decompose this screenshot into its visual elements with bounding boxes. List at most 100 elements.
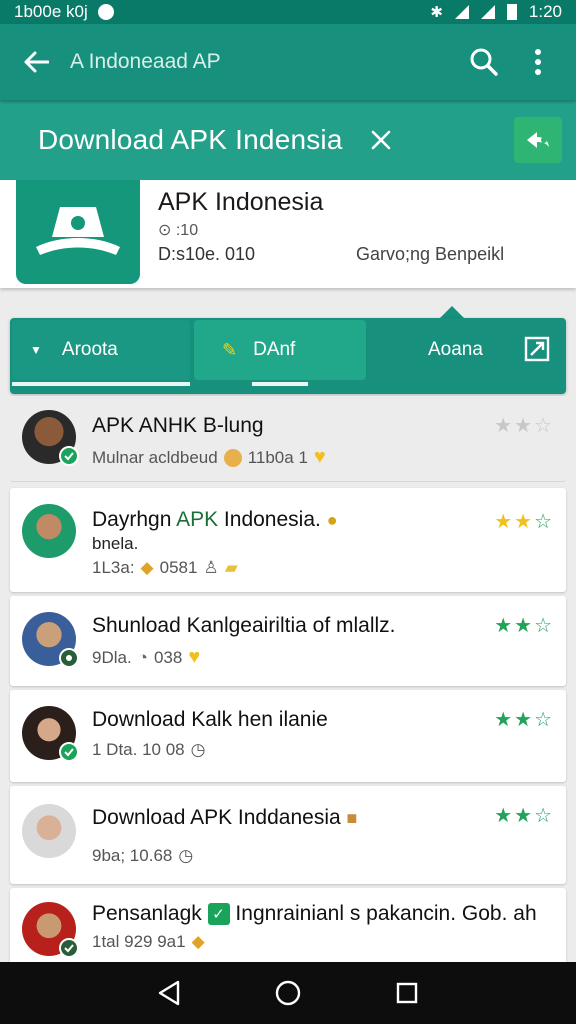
title-part: Dayrhgn (92, 508, 177, 531)
gem-icon: ◆ (140, 558, 154, 577)
result-title-line2: bnela. (92, 534, 139, 553)
list-item[interactable]: Download APK Inddanesia ■ 9ba; 10.68 ◷ ★… (10, 786, 566, 884)
chevron-down-icon: ▼ (30, 343, 42, 357)
app-developer: Garvo;ng Benpeikl (356, 244, 505, 264)
heart-icon: ♥ (188, 646, 201, 668)
status-bar: 1b00e k0j ✱ 1:20 (0, 0, 576, 24)
result-sub-text: 1L3a: (92, 558, 135, 577)
app-header-card[interactable]: APK Indonesia ⊙ :10 D:s10e. 010 Garvo;ng… (0, 180, 576, 288)
list-item[interactable]: Shunload Kanlgeairiltia of mlallz. 9Dla.… (10, 596, 566, 686)
result-title: APK ANHK B-lung (92, 414, 264, 437)
tab-aoana[interactable]: Aoana (370, 320, 564, 380)
result-sub-text: 1 Dta. 10 08 (92, 740, 185, 759)
list-item[interactable]: APK ANHK B-lung Mulnar acldbeud 11b0a 1 … (10, 396, 566, 482)
tab-aroota[interactable]: ▼ Aroota (12, 320, 190, 386)
tab-pointer (440, 306, 464, 318)
emoji-icon (223, 448, 242, 467)
avatar (22, 902, 79, 958)
title-part: Indonesia. (218, 508, 321, 531)
result-subtitle: 1L3a: ◆ 0581 ♙ ▰ (92, 558, 238, 578)
wifi-icon (454, 5, 469, 19)
emoji-icon: ■ (346, 808, 358, 828)
list-item[interactable]: Pensanlagk ✓ Ingnrainianl s pakancin. Go… (10, 888, 566, 968)
search-input[interactable]: A Indoneaad AP (70, 50, 448, 74)
avatar (22, 504, 76, 558)
clock-icon: ◷ (178, 846, 194, 865)
search-icon[interactable] (466, 44, 502, 80)
result-title: Pensanlagk ✓ Ingnrainianl s pakancin. Go… (92, 902, 537, 926)
app-size: D:s10e. 010 (158, 244, 256, 264)
clock-icon: ◔ (137, 647, 148, 667)
tab-bar: ▼ Aroota ✎ DAnf Aoana (10, 318, 566, 394)
emoji-icon: ● (326, 510, 338, 530)
banner-title: Download APK Indensia (38, 124, 343, 155)
leaf-icon: ✎ (222, 339, 238, 360)
rating-stars: ★ ★ ☆ (494, 415, 552, 437)
title-text: Download APK Inddanesia (92, 806, 341, 829)
result-sub-text: 9Dla. (92, 647, 132, 667)
system-nav-bar (0, 962, 576, 1024)
verified-check-icon (59, 648, 79, 668)
close-icon[interactable] (365, 124, 397, 156)
gem-icon: ◆ (191, 932, 205, 951)
result-sub-count: 038 (153, 647, 183, 667)
result-sub-text: Mulnar acldbeud (92, 447, 218, 467)
result-subtitle: 1 Dta. 10 08 ◷ (92, 740, 205, 760)
search-toolbar: A Indoneaad AP (0, 24, 576, 100)
status-time-left: 1b00e k0j (14, 2, 88, 21)
result-sub-text: 1tal 929 9a1 (92, 932, 186, 951)
notification-icon (97, 4, 114, 20)
list-item[interactable]: Dayrhgn APK Indonesia. ● bnela. 1L3a: ◆ … (10, 488, 566, 592)
tab-label: Aroota (61, 339, 118, 360)
app-meta: ⊙ :10 (158, 222, 199, 239)
result-subtitle: 9ba; 10.68 ◷ (92, 846, 193, 866)
tab-indicator (12, 382, 190, 386)
search-chip-banner: Download APK Indensia (0, 100, 576, 180)
title-part: Ingnrainianl s pakancin. Gob. ah (229, 902, 537, 925)
nav-recents-icon[interactable] (389, 975, 425, 1011)
avatar (22, 706, 79, 762)
tab-label: Aoana (428, 339, 483, 360)
back-arrow-icon[interactable] (20, 46, 52, 78)
heart-icon: ♥ (313, 446, 326, 468)
result-title: Download APK Inddanesia ■ (92, 806, 357, 830)
result-title: Download Kalk hen ilanie (92, 708, 328, 731)
verified-check-icon (59, 938, 79, 958)
result-title: Dayrhgn APK Indonesia. ● (92, 508, 338, 532)
tab-indicator-active (252, 382, 308, 386)
tab-danf[interactable]: ✎ DAnf (194, 320, 366, 386)
share-icon (527, 132, 549, 148)
app-name: APK Indonesia (158, 188, 324, 216)
note-icon: ▰ (224, 558, 238, 577)
verified-check-icon (59, 446, 79, 466)
more-options-icon[interactable] (520, 44, 556, 80)
rating-stars: ★ ★ ☆ (494, 615, 552, 637)
app-hat-icon (16, 180, 140, 284)
result-sub-text: 9ba; 10.68 (92, 846, 173, 865)
settings-gear-icon: ✱ (430, 4, 443, 21)
list-item[interactable]: Download Kalk hen ilanie 1 Dta. 10 08 ◷ … (10, 690, 566, 782)
avatar (22, 410, 79, 466)
signal-icon (480, 5, 495, 19)
clock-icon: ◷ (190, 740, 206, 759)
result-subtitle: 9Dla. ◔ 038 ♥ (92, 646, 200, 669)
result-sub-count: 0581 (159, 558, 198, 577)
rating-stars: ★ ★ ☆ (494, 805, 552, 827)
avatar (22, 612, 79, 668)
result-subtitle: Mulnar acldbeud 11b0a 1 ♥ (92, 446, 326, 469)
rating-stars: ★ ★ ☆ (494, 709, 552, 731)
nav-home-icon[interactable] (270, 975, 306, 1011)
user-icon: ♙ (203, 558, 219, 577)
rating-stars: ★ ★ ☆ (494, 511, 552, 533)
verified-check-icon (59, 742, 79, 762)
avatar (22, 804, 76, 858)
tab-label: DAnf (253, 339, 296, 360)
battery-icon (506, 4, 517, 20)
open-external-icon (524, 336, 550, 362)
nav-back-icon[interactable] (151, 975, 187, 1011)
share-action-button[interactable] (514, 117, 562, 163)
title-highlight: APK (176, 508, 219, 531)
check-mark-icon: ✓ (207, 903, 230, 926)
result-subtitle: 1tal 929 9a1 ◆ (92, 932, 205, 952)
result-title: Shunload Kanlgeairiltia of mlallz. (92, 614, 396, 637)
